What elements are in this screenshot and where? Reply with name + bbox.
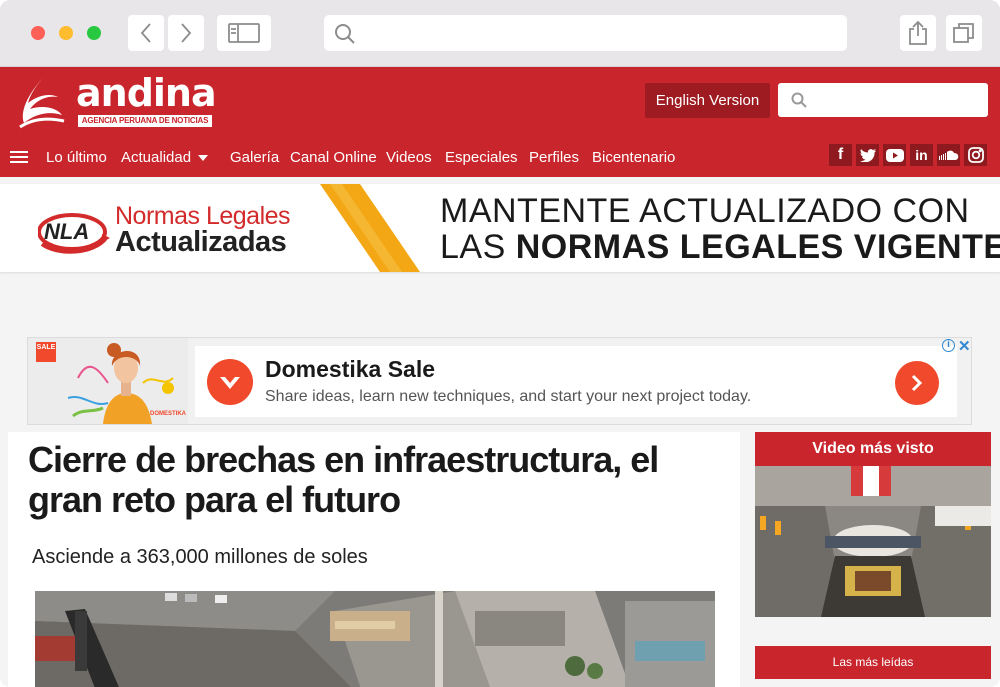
search-icon: [791, 92, 807, 108]
close-window-button[interactable]: [31, 26, 45, 40]
youtube-icon[interactable]: [883, 144, 906, 166]
nav-item-lo-ultimo[interactable]: Lo último: [46, 149, 107, 166]
ad-info-icon[interactable]: i: [942, 339, 955, 352]
article-headline[interactable]: Cierre de brechas en infraestructura, el…: [28, 440, 718, 520]
ad-card[interactable]: Domestika Sale Share ideas, learn new te…: [195, 346, 957, 417]
andina-logo-icon[interactable]: [16, 73, 68, 131]
site-header: andina AGENCIA PERUANA DE NOTICIAS Engli…: [0, 67, 1000, 177]
back-button[interactable]: [128, 15, 164, 51]
caret-down-icon[interactable]: [198, 155, 208, 161]
zoom-window-button[interactable]: [87, 26, 101, 40]
search-icon: [335, 24, 355, 44]
nla-logo-text: NLA: [44, 219, 90, 244]
forward-button[interactable]: [168, 15, 204, 51]
most-viewed-video[interactable]: Video más visto: [755, 432, 991, 617]
ad-image: SALE DOMESTIKA: [28, 338, 188, 424]
video-thumbnail[interactable]: [755, 466, 991, 617]
minimize-window-button[interactable]: [59, 26, 73, 40]
domestika-logo-icon: [207, 359, 253, 405]
nav-item-perfiles[interactable]: Perfiles: [529, 149, 579, 166]
browser-toolbar: [0, 0, 1000, 67]
sidebar-toggle-button[interactable]: [217, 15, 271, 51]
domestika-ad[interactable]: SALE DOMESTIKA Domestika Sale Share idea…: [27, 337, 972, 425]
sidebar-icon: [228, 23, 260, 43]
ad-open-button[interactable]: [895, 361, 939, 405]
address-bar[interactable]: [324, 15, 847, 51]
chevron-left-icon: [140, 23, 151, 43]
most-viewed-video-title: Video más visto: [755, 432, 991, 466]
share-button[interactable]: [900, 15, 936, 51]
nav-item-bicentenario[interactable]: Bicentenario: [592, 149, 675, 166]
nla-title-2: Actualizadas: [115, 226, 287, 258]
linkedin-icon[interactable]: in: [910, 144, 933, 166]
article-photo[interactable]: [35, 591, 715, 687]
tabs-overview-button[interactable]: [946, 15, 982, 51]
nav-item-galeria[interactable]: Galería: [230, 149, 279, 166]
nla-headline-2: LAS NORMAS LEGALES VIGENTES: [440, 228, 1000, 266]
chevron-right-icon: [911, 374, 923, 392]
yellow-stripe: [320, 184, 420, 272]
instagram-icon[interactable]: [964, 144, 987, 166]
english-version-button[interactable]: English Version: [645, 83, 770, 118]
soundcloud-icon[interactable]: [937, 144, 960, 166]
chevron-right-icon: [181, 23, 192, 43]
ad-title[interactable]: Domestika Sale: [265, 356, 435, 383]
site-logo[interactable]: andina: [76, 71, 217, 115]
facebook-icon[interactable]: f: [829, 144, 852, 166]
most-read-header[interactable]: Las más leídas: [755, 646, 991, 679]
main-article: Cierre de brechas en infraestructura, el…: [8, 432, 740, 687]
menu-icon[interactable]: [10, 151, 28, 163]
tabs-icon: [953, 23, 974, 43]
article-subheadline: Asciende a 363,000 millones de soles: [32, 546, 368, 568]
nav-item-actualidad[interactable]: Actualidad: [121, 149, 191, 166]
twitter-icon[interactable]: [856, 144, 879, 166]
ad-close-icon[interactable]: ✕: [958, 337, 971, 355]
domestika-mini-logo: DOMESTIKA: [150, 411, 186, 417]
site-search-input[interactable]: [778, 83, 988, 117]
ad-description: Share ideas, learn new techniques, and s…: [265, 388, 752, 405]
share-icon: [909, 20, 927, 45]
browser-window: andina AGENCIA PERUANA DE NOTICIAS Engli…: [0, 0, 1000, 687]
nav-item-canal-online[interactable]: Canal Online: [290, 149, 377, 166]
nla-banner-ad[interactable]: NLA Normas Legales Actualizadas MANTENTE…: [0, 184, 1000, 272]
site-logo-subtitle: AGENCIA PERUANA DE NOTICIAS: [78, 115, 212, 127]
nav-item-videos[interactable]: Videos: [386, 149, 432, 166]
nav-item-especiales[interactable]: Especiales: [445, 149, 518, 166]
nla-headline-1: MANTENTE ACTUALIZADO CON: [440, 192, 970, 230]
